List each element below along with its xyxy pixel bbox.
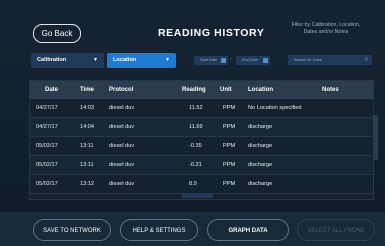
cell-time: 13:11 bbox=[80, 162, 94, 168]
cell-protocol: diesel duv bbox=[109, 181, 135, 187]
cell-protocol: diesel duv bbox=[109, 124, 135, 130]
readings-table: Date Time Protocol Reading Unit Location… bbox=[29, 80, 374, 200]
header-location: Location bbox=[248, 87, 273, 93]
header-notes: Notes bbox=[322, 87, 339, 93]
date-separator: - bbox=[230, 56, 232, 62]
cell-location: discharge bbox=[248, 162, 273, 168]
calendar-icon bbox=[221, 58, 226, 63]
cell-reading: -0.35 bbox=[189, 143, 202, 149]
cell-location: discharge bbox=[248, 124, 273, 130]
table-row[interactable]: 05/02/17 13:11 diesel duv -0.31 PPM disc… bbox=[30, 156, 373, 175]
cell-reading: 8.9 bbox=[189, 181, 197, 187]
page-title: READING HISTORY bbox=[158, 27, 265, 39]
cell-date: 05/02/17 bbox=[36, 143, 58, 149]
header-reading: Reading bbox=[182, 87, 206, 93]
header-time: Time bbox=[80, 87, 94, 93]
cell-unit: PPM bbox=[223, 143, 236, 149]
cell-reading: 11.52 bbox=[189, 105, 203, 111]
table-scrollbar[interactable] bbox=[373, 115, 378, 160]
app-frame: Go Back READING HISTORY Filter by Calibr… bbox=[0, 0, 385, 246]
cell-unit: PPM bbox=[223, 105, 236, 111]
header-protocol: Protocol bbox=[109, 87, 134, 93]
cell-time: 13:11 bbox=[80, 143, 94, 149]
table-row[interactable]: 04/27/17 14:04 diesel duv 11.69 PPM disc… bbox=[30, 118, 373, 137]
calibration-select-label: Calibration bbox=[37, 57, 67, 63]
cell-location: No Location specified bbox=[248, 105, 302, 111]
cell-unit: PPM bbox=[223, 124, 236, 130]
notes-search-input[interactable]: Search for notes ⚲ bbox=[288, 55, 372, 65]
location-select[interactable]: Location ▼ bbox=[107, 53, 176, 68]
table-header: Date Time Protocol Reading Unit Location… bbox=[30, 81, 373, 99]
cell-time: 14:03 bbox=[80, 105, 94, 111]
cell-date: 04/27/17 bbox=[36, 124, 58, 130]
header-unit: Unit bbox=[220, 87, 232, 93]
cell-date: 05/02/17 bbox=[36, 162, 58, 168]
cell-location: discharge bbox=[248, 143, 273, 149]
location-select-label: Location bbox=[113, 57, 137, 63]
graph-data-button[interactable]: GRAPH DATA bbox=[207, 219, 289, 241]
chevron-down-icon: ▼ bbox=[165, 57, 170, 63]
cell-unit: PPM bbox=[223, 181, 236, 187]
start-date-placeholder: Start Date bbox=[200, 58, 218, 62]
end-date-placeholder: End Date bbox=[242, 58, 258, 62]
table-row[interactable]: 05/02/17 13:11 diesel duv -0.35 PPM disc… bbox=[30, 137, 373, 156]
filter-hint: Filter by Calibration, Location, Dates a… bbox=[291, 22, 361, 35]
save-to-network-button[interactable]: SAVE TO NETWORK bbox=[33, 219, 111, 241]
cell-protocol: diesel duv bbox=[109, 105, 135, 111]
end-date-field[interactable]: End Date bbox=[236, 56, 270, 65]
cell-time: 13:12 bbox=[80, 181, 94, 187]
cell-date: 05/02/17 bbox=[36, 181, 58, 187]
select-all-button[interactable]: SELECT ALL / NONE bbox=[297, 219, 375, 241]
cell-unit: PPM bbox=[223, 162, 236, 168]
notes-search-placeholder: Search for notes bbox=[294, 58, 322, 62]
cell-location: discharge bbox=[248, 181, 273, 187]
cell-date: 04/27/17 bbox=[36, 105, 58, 111]
header-date: Date bbox=[45, 87, 59, 93]
calibration-select[interactable]: Calibration ▼ bbox=[31, 53, 104, 68]
search-icon: ⚲ bbox=[364, 57, 368, 63]
table-row[interactable]: 05/02/17 13:12 diesel duv 8.9 PPM discha… bbox=[30, 175, 373, 194]
start-date-field[interactable]: Start Date bbox=[194, 56, 228, 65]
cell-reading: 11.69 bbox=[189, 124, 203, 130]
calendar-icon bbox=[263, 58, 268, 63]
help-settings-button[interactable]: HELP & SETTINGS bbox=[120, 219, 198, 241]
cell-protocol: diesel duv bbox=[109, 162, 135, 168]
chevron-down-icon: ▼ bbox=[93, 57, 98, 63]
cell-reading: -0.31 bbox=[189, 162, 202, 168]
table-row[interactable]: 04/27/17 14:03 diesel duv 11.52 PPM No L… bbox=[30, 99, 373, 118]
cell-protocol: diesel duv bbox=[109, 143, 135, 149]
go-back-button[interactable]: Go Back bbox=[33, 24, 81, 43]
cell-time: 14:04 bbox=[80, 124, 94, 130]
